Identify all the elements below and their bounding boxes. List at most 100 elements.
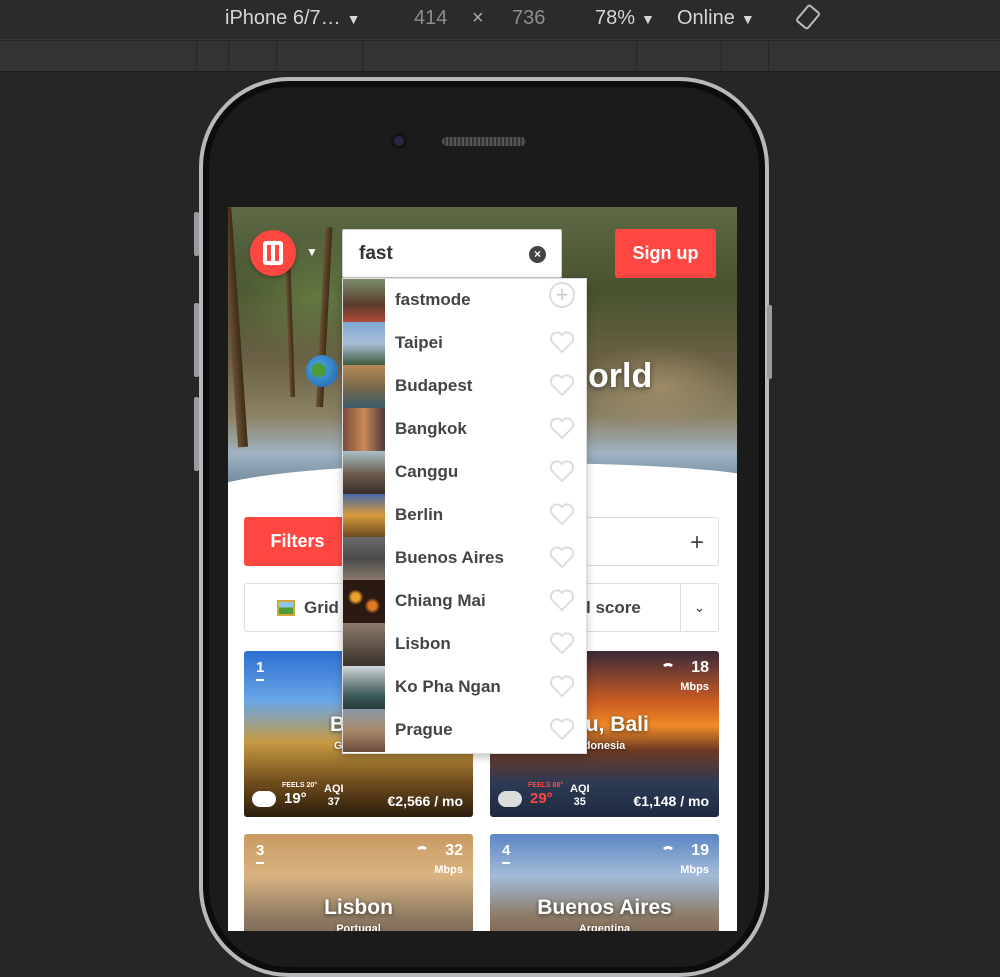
heart-icon[interactable] bbox=[548, 715, 576, 743]
suggestion-item[interactable]: Lisbon bbox=[343, 623, 588, 666]
wifi-icon bbox=[661, 663, 675, 673]
mute-switch bbox=[194, 212, 199, 256]
grid-label: Grid bbox=[304, 598, 339, 617]
rotate-icon[interactable] bbox=[796, 4, 820, 36]
media-query-ruler bbox=[0, 41, 1000, 72]
suggestion-item[interactable]: Berlin bbox=[343, 494, 588, 537]
device-select[interactable]: iPhone 6/7… ▼ bbox=[225, 6, 361, 31]
cost-per-month: €1,148 / mo bbox=[633, 793, 710, 809]
rank-badge: 4 bbox=[502, 842, 511, 864]
suggestion-item[interactable]: Budapest bbox=[343, 365, 588, 408]
suggestion-item[interactable]: Canggu bbox=[343, 451, 588, 494]
suggestion-label: Lisbon bbox=[395, 634, 451, 653]
speaker-grille bbox=[442, 137, 526, 146]
wifi-unit: Mbps bbox=[680, 864, 709, 876]
chevron-down-icon[interactable]: ⌄ bbox=[680, 583, 719, 632]
network-select[interactable]: Online ▼ bbox=[677, 6, 755, 31]
city-thumbnail bbox=[343, 365, 385, 408]
nomadlist-logo[interactable] bbox=[250, 230, 296, 276]
heart-icon[interactable] bbox=[548, 500, 576, 528]
suggestion-label: Buenos Aires bbox=[395, 548, 504, 567]
wifi-speed: 18 Mbps bbox=[680, 659, 709, 695]
chevron-down-icon: ▼ bbox=[740, 11, 755, 27]
country-name: Portugal bbox=[336, 923, 381, 931]
plus-icon: + bbox=[689, 529, 704, 556]
city-thumbnail bbox=[343, 408, 385, 451]
suggestion-item[interactable]: Chiang Mai bbox=[343, 580, 588, 623]
suggestion-label: Chiang Mai bbox=[395, 591, 486, 610]
volume-up-button bbox=[194, 303, 199, 377]
aqi-value: 35 bbox=[573, 796, 586, 808]
suggestion-label: fastmode bbox=[395, 290, 471, 309]
feels-like: FEELS 20° bbox=[282, 782, 318, 789]
rain-cloud-icon bbox=[498, 791, 522, 807]
chevron-down-icon: ▼ bbox=[641, 11, 655, 27]
avatar bbox=[343, 279, 385, 322]
rank-badge: 1 bbox=[256, 659, 265, 681]
heart-icon[interactable] bbox=[548, 371, 576, 399]
zoom-select[interactable]: 78% ▼ bbox=[595, 6, 655, 31]
city-thumbnail bbox=[343, 494, 385, 537]
volume-down-button bbox=[194, 397, 199, 471]
add-filter-box[interactable]: + bbox=[586, 517, 719, 566]
suggestion-label: Budapest bbox=[395, 376, 473, 395]
search-input[interactable] bbox=[359, 242, 519, 266]
logo-icon bbox=[263, 241, 283, 265]
heart-icon[interactable] bbox=[548, 328, 576, 356]
country-name: Argentina bbox=[578, 923, 631, 931]
width-field[interactable]: 414 bbox=[414, 6, 447, 30]
filters-button[interactable]: Filters bbox=[244, 517, 351, 566]
wifi-value: 19 bbox=[691, 842, 709, 859]
heart-icon[interactable] bbox=[548, 586, 576, 614]
clear-icon[interactable]: × bbox=[529, 246, 546, 263]
heart-icon[interactable] bbox=[548, 629, 576, 657]
suggestion-label: Prague bbox=[395, 720, 453, 739]
wifi-unit: Mbps bbox=[434, 864, 463, 876]
add-icon[interactable]: + bbox=[549, 282, 575, 308]
heart-icon[interactable] bbox=[548, 457, 576, 485]
wifi-icon bbox=[415, 846, 429, 856]
heart-icon[interactable] bbox=[548, 672, 576, 700]
suggestion-item[interactable]: Prague bbox=[343, 709, 588, 752]
city-card[interactable]: 4 19 Mbps Buenos Aires Argentina bbox=[490, 834, 719, 931]
times-icon: × bbox=[472, 7, 484, 29]
city-thumbnail bbox=[343, 580, 385, 623]
height-field[interactable]: 736 bbox=[512, 6, 545, 30]
view-grid-button[interactable]: Grid bbox=[244, 583, 342, 632]
globe-icon bbox=[306, 355, 338, 387]
suggestion-label: Canggu bbox=[395, 462, 459, 481]
heart-icon[interactable] bbox=[548, 543, 576, 571]
wifi-value: 18 bbox=[691, 659, 709, 676]
network-value: Online bbox=[677, 7, 735, 29]
cloud-sun-icon bbox=[252, 791, 276, 807]
devtools-toolbar: iPhone 6/7… ▼ 414 × 736 78% ▼ Online ▼ bbox=[0, 0, 1000, 40]
sort-label: l score bbox=[586, 598, 641, 617]
wifi-speed: 32 Mbps bbox=[434, 842, 463, 878]
aqi-label: AQI bbox=[324, 783, 344, 795]
city-name: Lisbon bbox=[324, 896, 393, 919]
search-box[interactable]: × bbox=[342, 229, 562, 278]
aqi: AQI 37 bbox=[324, 783, 344, 809]
aqi-value: 37 bbox=[327, 796, 340, 808]
suggestion-item[interactable]: Bangkok bbox=[343, 408, 588, 451]
device-name: iPhone 6/7… bbox=[225, 7, 341, 29]
suggestion-item[interactable]: Buenos Aires bbox=[343, 537, 588, 580]
power-button bbox=[767, 305, 772, 379]
wifi-icon bbox=[661, 846, 675, 856]
city-card[interactable]: 3 32 Mbps Lisbon Portugal bbox=[244, 834, 473, 931]
camera-icon bbox=[391, 133, 407, 149]
suggestion-item[interactable]: Ko Pha Ngan bbox=[343, 666, 588, 709]
aqi: AQI 35 bbox=[570, 783, 590, 809]
signup-button[interactable]: Sign up bbox=[615, 229, 716, 278]
sort-select[interactable]: l score bbox=[586, 583, 681, 632]
picture-icon bbox=[277, 600, 295, 616]
chevron-down-icon[interactable]: ▼ bbox=[306, 245, 318, 259]
suggestion-item[interactable]: Taipei bbox=[343, 322, 588, 365]
wifi-speed: 19 Mbps bbox=[680, 842, 709, 878]
cost-per-month: €2,566 / mo bbox=[387, 793, 464, 809]
city-name: Buenos Aires bbox=[537, 896, 672, 919]
suggestion-label: Taipei bbox=[395, 333, 443, 352]
city-thumbnail bbox=[343, 322, 385, 365]
suggestion-item[interactable]: fastmode + bbox=[343, 279, 588, 322]
heart-icon[interactable] bbox=[548, 414, 576, 442]
